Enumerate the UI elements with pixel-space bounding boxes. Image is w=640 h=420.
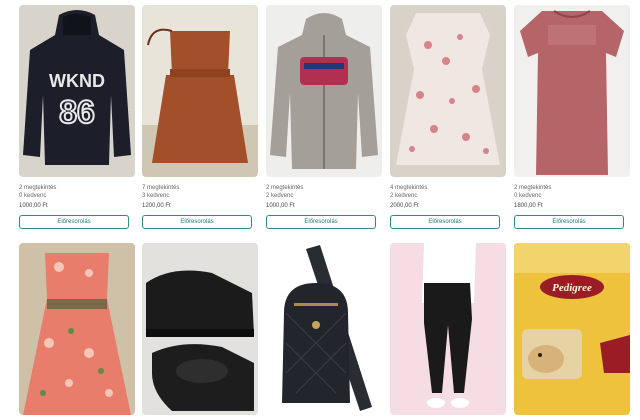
promote-button[interactable]: Előresorolás — [514, 215, 624, 229]
listing-stats: 4 megtekintés 2 kedvenc — [390, 184, 427, 200]
listing-photo-rust-dress[interactable] — [142, 5, 258, 177]
pedigree-logo-text: Pedigree — [552, 282, 592, 294]
listing-price: 1800,00 Ft — [514, 203, 543, 209]
promote-button[interactable]: Előresorolás — [390, 215, 500, 229]
listing-stats: 2 megtekintés 0 kedvenc — [19, 184, 56, 200]
favorites-count: 2 kedvenc — [390, 193, 418, 199]
listing-photo-black-shoes[interactable] — [142, 243, 258, 415]
views-count: 7 megtekintés — [142, 185, 180, 191]
listing-stats: 7 megtekintés 3 kedvenc — [142, 184, 179, 200]
listing-grid: WKND 86 2 megtekintés 0 kedvenc 1000,00 … — [0, 0, 640, 420]
listing-photo-leggings[interactable] — [390, 243, 506, 415]
floral-red-dress-image — [19, 243, 135, 415]
views-count: 2 megtekintés — [266, 185, 304, 191]
listing-photo-velvet-tunic[interactable] — [514, 5, 630, 177]
listing-price: 2000,00 Ft — [390, 203, 419, 209]
listing-photo-floral-red-dress[interactable] — [19, 243, 135, 415]
listing-price: 1000,00 Ft — [266, 203, 295, 209]
favorites-count: 0 kedvenc — [514, 193, 542, 199]
hoodie-print-text: WKND — [49, 71, 105, 91]
favorites-count: 0 kedvenc — [19, 193, 47, 199]
promote-button[interactable]: Előresorolás — [266, 215, 376, 229]
listing-stats: 2 megtekintés 0 kedvenc — [514, 184, 551, 200]
favorites-count: 2 kedvenc — [266, 193, 294, 199]
sling-bag-image — [266, 243, 382, 415]
favorites-count: 3 kedvenc — [142, 193, 170, 199]
listing-photo-sling-bag[interactable] — [266, 243, 382, 415]
listing-photo-pedigree[interactable]: Pedigree — [514, 243, 630, 415]
listing-price: 1200,00 Ft — [142, 203, 171, 209]
views-count: 4 megtekintés — [390, 185, 428, 191]
promote-button[interactable]: Előresorolás — [19, 215, 129, 229]
promote-button[interactable]: Előresorolás — [142, 215, 252, 229]
hoodie-print-number: 86 — [59, 94, 95, 130]
views-count: 2 megtekintés — [19, 185, 57, 191]
leggings-image — [390, 243, 506, 415]
listing-photo-floral-dress[interactable] — [390, 5, 506, 177]
listing-price: 1000,00 Ft — [19, 203, 48, 209]
listing-stats: 2 megtekintés 2 kedvenc — [266, 184, 303, 200]
velvet-tunic-image — [514, 5, 630, 177]
views-count: 2 megtekintés — [514, 185, 552, 191]
black-shoes-image — [142, 243, 258, 415]
rust-dress-image — [142, 5, 258, 177]
grey-hoodie-image — [266, 5, 382, 177]
floral-dress-image — [390, 5, 506, 177]
black-hoodie-image: WKND 86 — [19, 5, 135, 177]
pedigree-image: Pedigree — [514, 243, 630, 415]
listing-photo-grey-hoodie[interactable] — [266, 5, 382, 177]
listing-photo-black-hoodie[interactable]: WKND 86 — [19, 5, 135, 177]
